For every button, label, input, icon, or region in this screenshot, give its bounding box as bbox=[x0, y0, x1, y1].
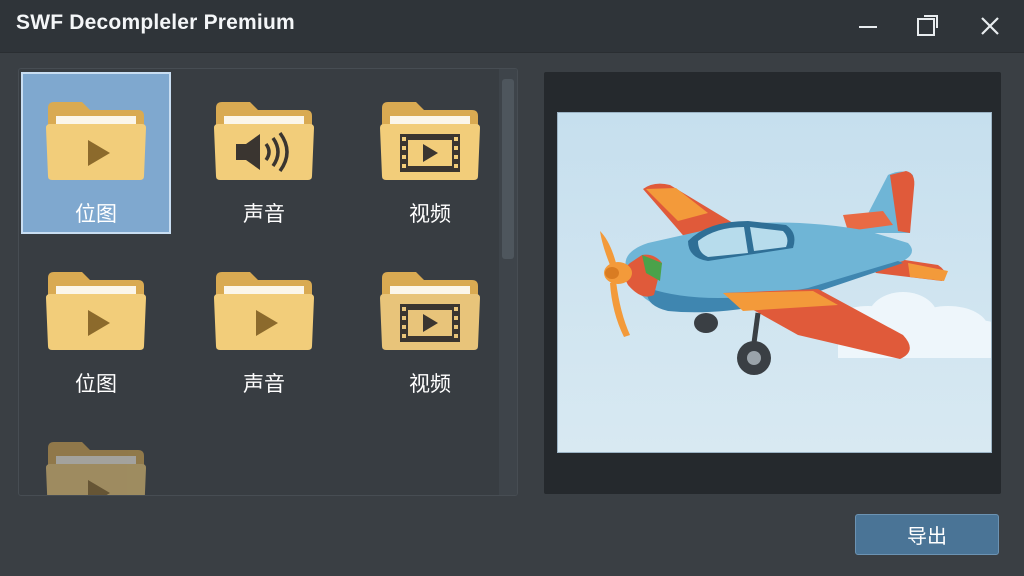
tile-label: 声音 bbox=[243, 372, 285, 396]
maximize-icon bbox=[917, 15, 938, 36]
tile-label: 视频 bbox=[409, 372, 451, 396]
film-icon bbox=[400, 134, 460, 172]
tile-label: 视频 bbox=[409, 202, 451, 226]
folder-speaker-icon bbox=[214, 102, 314, 180]
maximize-button[interactable] bbox=[905, 8, 949, 44]
folder-film-icon bbox=[380, 102, 480, 180]
folder-play-icon bbox=[214, 272, 314, 350]
resource-tile-partial[interactable] bbox=[21, 412, 171, 495]
minimize-button[interactable] bbox=[846, 8, 890, 44]
film-icon bbox=[400, 304, 460, 342]
close-icon bbox=[981, 17, 999, 35]
tile-label: 位图 bbox=[75, 372, 117, 396]
resource-tile-video[interactable]: 视频 bbox=[355, 72, 505, 234]
vertical-scrollbar[interactable] bbox=[499, 69, 517, 495]
export-button[interactable]: 导出 bbox=[855, 514, 999, 555]
folder-play-icon bbox=[46, 442, 146, 495]
tile-label: 位图 bbox=[75, 202, 117, 226]
resource-tile-bitmap-2[interactable]: 位图 bbox=[21, 242, 171, 404]
title-bar: SWF Decompleler Premium bbox=[0, 0, 1024, 53]
folder-play-icon bbox=[46, 102, 146, 180]
close-button[interactable] bbox=[968, 8, 1012, 44]
window-title: SWF Decompleler Premium bbox=[16, 11, 295, 34]
folder-film-icon bbox=[380, 272, 480, 350]
scrollbar-thumb[interactable] bbox=[502, 79, 514, 259]
preview-panel bbox=[544, 72, 1001, 494]
tile-label: 声音 bbox=[243, 202, 285, 226]
airplane-illustration bbox=[558, 113, 991, 452]
minimize-icon bbox=[859, 26, 877, 28]
resource-tile-video-2[interactable]: 视频 bbox=[355, 242, 505, 404]
resource-grid: 位图 声音 视频 位图 声音 视频 bbox=[18, 68, 518, 496]
resource-tile-sound-2[interactable]: 声音 bbox=[189, 242, 339, 404]
resource-tile-bitmap[interactable]: 位图 bbox=[21, 72, 171, 234]
resource-tile-sound[interactable]: 声音 bbox=[189, 72, 339, 234]
preview-image bbox=[557, 112, 992, 453]
folder-play-icon bbox=[46, 272, 146, 350]
